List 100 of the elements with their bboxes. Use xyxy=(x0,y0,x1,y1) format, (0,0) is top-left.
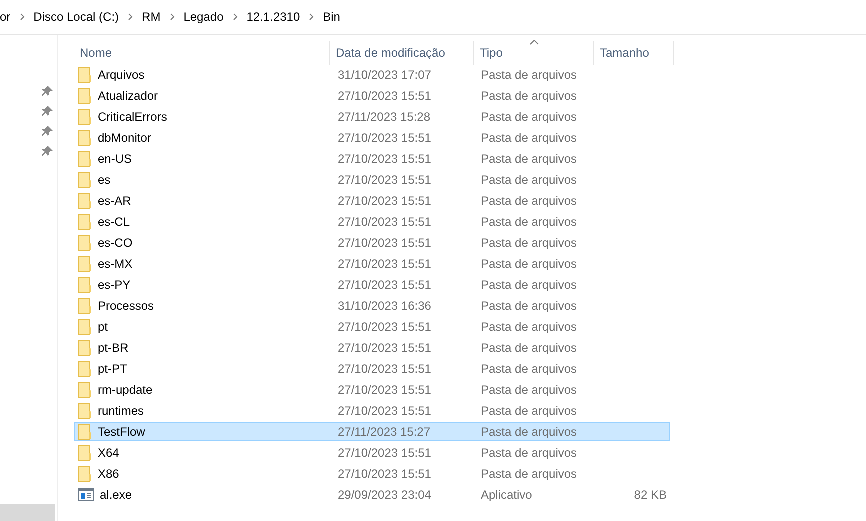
file-name: runtimes xyxy=(98,404,144,418)
file-type: Pasta de arquivos xyxy=(480,404,578,418)
column-header[interactable]: Tamanho xyxy=(594,41,674,65)
folder-icon xyxy=(78,298,92,314)
file-name: al.exe xyxy=(100,488,132,502)
folder-icon xyxy=(78,192,92,208)
file-row[interactable]: es-CO 27/10/2023 15:51 Pasta de arquivos xyxy=(74,233,670,252)
file-name: pt-BR xyxy=(98,340,129,354)
file-type: Pasta de arquivos xyxy=(480,298,578,312)
file-row[interactable]: rm-update 27/10/2023 15:51 Pasta de arquivos xyxy=(74,380,670,399)
modified-date: 27/10/2023 15:51 xyxy=(337,88,432,102)
column-header[interactable]: Data de modificação xyxy=(330,41,474,65)
breadcrumb-item[interactable]: Legado xyxy=(184,10,224,24)
file-type: Pasta de arquivos xyxy=(480,172,578,186)
file-name: Processos xyxy=(98,298,154,312)
file-name: pt xyxy=(98,320,108,334)
file-type: Pasta de arquivos xyxy=(480,152,578,166)
breadcrumb-item[interactable]: or xyxy=(0,10,11,24)
file-type: Pasta de arquivos xyxy=(480,236,578,250)
modified-date: 29/09/2023 23:04 xyxy=(337,488,432,502)
folder-icon xyxy=(78,130,92,146)
column-header[interactable]: Tipo xyxy=(474,41,594,65)
file-type: Pasta de arquivos xyxy=(480,424,578,438)
pin-icon xyxy=(42,146,53,157)
folder-icon xyxy=(78,424,92,440)
file-name: X64 xyxy=(98,446,120,460)
breadcrumb-item[interactable]: RM xyxy=(142,10,161,24)
file-type: Pasta de arquivos xyxy=(480,446,578,460)
file-type: Pasta de arquivos xyxy=(480,256,578,270)
modified-date: 31/10/2023 17:07 xyxy=(337,68,432,82)
file-row[interactable]: al.exe 29/09/2023 23:04 Aplicativo 82 KB xyxy=(74,485,670,504)
file-row[interactable]: es 27/10/2023 15:51 Pasta de arquivos xyxy=(74,170,670,189)
folder-icon xyxy=(78,444,92,460)
modified-date: 27/10/2023 15:51 xyxy=(337,236,432,250)
file-name: es-CL xyxy=(98,214,130,228)
file-name: Atualizador xyxy=(98,88,158,102)
folder-icon xyxy=(78,172,92,188)
file-row[interactable]: TestFlow 27/11/2023 15:27 Pasta de arquivos xyxy=(74,422,670,441)
file-row[interactable]: X86 27/10/2023 15:51 Pasta de arquivos xyxy=(74,464,670,483)
file-type: Pasta de arquivos xyxy=(480,88,578,102)
file-row[interactable]: es-AR 27/10/2023 15:51 Pasta de arquivos xyxy=(74,191,670,210)
file-name: es xyxy=(98,172,111,186)
file-type: Pasta de arquivos xyxy=(480,110,578,124)
breadcrumb-item[interactable]: Disco Local (C:) xyxy=(34,10,120,24)
file-row[interactable]: pt 27/10/2023 15:51 Pasta de arquivos xyxy=(74,317,670,336)
column-header[interactable]: Nome xyxy=(74,41,330,65)
file-name: CriticalErrors xyxy=(98,110,168,124)
file-name: rm-update xyxy=(98,382,153,396)
file-row[interactable]: dbMonitor 27/10/2023 15:51 Pasta de arquivos xyxy=(74,128,670,147)
modified-date: 27/10/2023 15:51 xyxy=(337,466,432,480)
chevron-icon xyxy=(20,13,25,21)
modified-date: 27/11/2023 15:27 xyxy=(337,424,432,438)
breadcrumb-item[interactable]: Bin xyxy=(323,10,340,24)
modified-date: 31/10/2023 16:36 xyxy=(337,298,432,312)
modified-date: 27/10/2023 15:51 xyxy=(337,320,432,334)
pin-icon xyxy=(42,126,53,137)
modified-date: 27/10/2023 15:51 xyxy=(337,214,432,228)
file-name: Arquivos xyxy=(98,68,145,82)
file-type: Pasta de arquivos xyxy=(480,466,578,480)
file-row[interactable]: CriticalErrors 27/11/2023 15:28 Pasta de arquivos xyxy=(74,107,670,126)
file-type: Pasta de arquivos xyxy=(480,214,578,228)
modified-date: 27/10/2023 15:51 xyxy=(337,256,432,270)
file-row[interactable]: Atualizador 27/10/2023 15:51 Pasta de arquivos xyxy=(74,86,670,105)
modified-date: 27/10/2023 15:51 xyxy=(337,152,432,166)
folder-icon xyxy=(78,360,92,376)
file-row[interactable]: es-CL 27/10/2023 15:51 Pasta de arquivos xyxy=(74,212,670,231)
file-row[interactable]: Arquivos 31/10/2023 17:07 Pasta de arquivos xyxy=(74,65,670,84)
modified-date: 27/10/2023 15:51 xyxy=(337,194,432,208)
file-row[interactable]: pt-BR 27/10/2023 15:51 Pasta de arquivos xyxy=(74,338,670,357)
folder-icon xyxy=(78,88,92,104)
modified-date: 27/10/2023 15:51 xyxy=(337,172,432,186)
pin-icon xyxy=(42,86,53,97)
file-row[interactable]: en-US 27/10/2023 15:51 Pasta de arquivos xyxy=(74,149,670,168)
file-size: 82 KB xyxy=(633,488,668,502)
file-row[interactable]: es-MX 27/10/2023 15:51 Pasta de arquivos xyxy=(74,254,670,273)
chevron-icon xyxy=(128,13,134,21)
folder-icon xyxy=(78,214,92,230)
file-row[interactable]: es-PY 27/10/2023 15:51 Pasta de arquivos xyxy=(74,275,670,294)
chevron-icon xyxy=(170,13,175,21)
file-row[interactable]: pt-PT 27/10/2023 15:51 Pasta de arquivos xyxy=(74,359,670,378)
folder-icon xyxy=(78,108,92,124)
modified-date: 27/10/2023 15:51 xyxy=(337,130,432,144)
modified-date: 27/10/2023 15:51 xyxy=(337,340,432,354)
file-type: Pasta de arquivos xyxy=(480,130,578,144)
file-name: dbMonitor xyxy=(98,130,152,144)
modified-date: 27/10/2023 15:51 xyxy=(337,278,432,292)
file-type: Pasta de arquivos xyxy=(480,68,578,82)
folder-icon xyxy=(78,150,92,166)
file-row[interactable]: X64 27/10/2023 15:51 Pasta de arquivos xyxy=(74,443,670,462)
modified-date: 27/10/2023 15:51 xyxy=(337,382,432,396)
folder-icon xyxy=(78,234,92,250)
file-type: Pasta de arquivos xyxy=(480,320,578,334)
chevron-icon xyxy=(309,13,314,21)
file-row[interactable]: runtimes 27/10/2023 15:51 Pasta de arquivos xyxy=(74,401,670,420)
breadcrumb-item[interactable]: 12.1.2310 xyxy=(246,10,300,24)
file-name: es-PY xyxy=(98,278,131,292)
folder-icon xyxy=(78,256,92,272)
application-icon xyxy=(78,488,94,501)
folder-icon xyxy=(78,382,92,398)
file-row[interactable]: Processos 31/10/2023 16:36 Pasta de arquivos xyxy=(74,296,670,315)
